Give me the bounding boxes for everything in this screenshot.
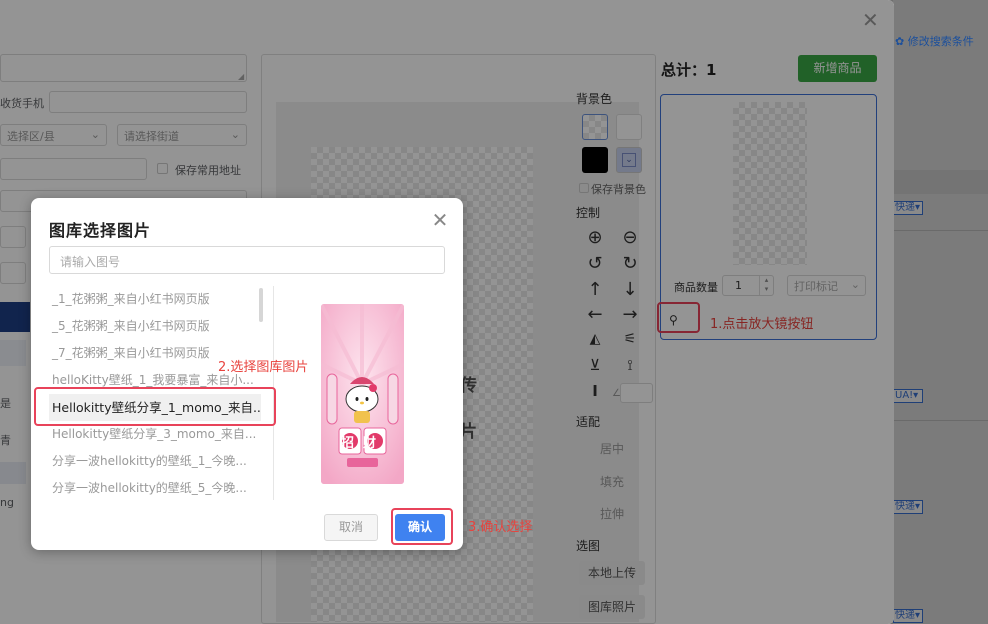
bg-dropdown-3[interactable]: 快递▾ — [893, 500, 923, 514]
list-item[interactable]: 分享一波hellokitty的壁纸_5_今晚... — [49, 475, 261, 500]
list-item[interactable]: 分享一波hellokitty的壁纸_1_今晚... — [49, 448, 261, 475]
preview-badge-text: 招财 — [340, 436, 385, 451]
bg-dropdown-1[interactable]: 快递▾ — [893, 201, 923, 215]
bg-dropdown-label: 快递 — [895, 501, 915, 512]
dialog-title: 图库选择图片 — [49, 221, 152, 240]
bg-divider — [893, 420, 988, 421]
image-preview: 招财 — [321, 304, 404, 484]
bg-dropdown-label: 快递 — [895, 202, 915, 213]
background-page: ✿ 修改搜索条件 快递▾ UA!▾ 快递▾ 快递▾ — [893, 0, 988, 624]
bg-divider — [893, 230, 988, 231]
bg-dropdown-4[interactable]: 快递▾ — [893, 609, 923, 623]
list-item[interactable]: _5_花粥粥_来自小红书网页版 — [49, 313, 261, 340]
step3-highlight — [391, 508, 453, 545]
close-icon[interactable]: ✕ — [429, 208, 451, 232]
step2-highlight — [34, 387, 276, 426]
bg-dropdown-label: 快递 — [895, 610, 915, 621]
search-input[interactable]: 请输入图号 — [49, 246, 445, 274]
step2-annotation: 2.选择图库图片 — [218, 360, 309, 375]
edit-search-label: 修改搜索条件 — [907, 35, 974, 48]
hello-kitty-wallpaper-image — [321, 304, 404, 484]
bg-dropdown-label: UA! — [895, 390, 914, 401]
background-table-header — [893, 170, 988, 194]
step3-annotation: 3.确认选择 — [468, 520, 533, 535]
cancel-button[interactable]: 取消 — [324, 514, 378, 541]
list-item[interactable]: _1_花粥粥_来自小红书网页版 — [49, 286, 261, 313]
list-scrollbar[interactable] — [259, 288, 263, 322]
bg-dropdown-2[interactable]: UA!▾ — [893, 389, 923, 403]
edit-search-link[interactable]: ✿ 修改搜索条件 — [895, 33, 974, 49]
